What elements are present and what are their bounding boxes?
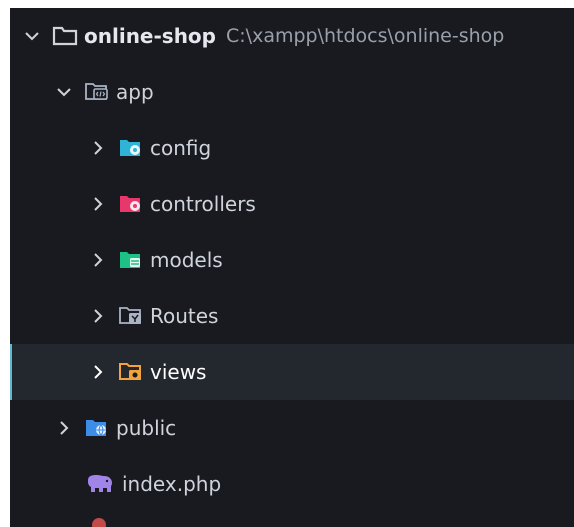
folder-public-icon <box>84 417 110 439</box>
php-elephant-icon <box>84 473 116 495</box>
tree-row-app[interactable]: app <box>10 64 574 120</box>
root-folder-path: C:\xampp\htdocs\online-shop <box>226 25 505 47</box>
folder-app-open-icon <box>84 81 110 103</box>
tree-row-routes[interactable]: Routes <box>10 288 574 344</box>
tree-item-label: views <box>150 360 207 384</box>
folder-controllers-icon <box>118 193 144 215</box>
tree-row-views[interactable]: views <box>10 344 574 400</box>
folder-views-icon <box>118 361 144 383</box>
tree-row-controllers[interactable]: controllers <box>10 176 574 232</box>
chevron-down-icon[interactable] <box>22 26 42 46</box>
file-explorer-panel: online-shop C:\xampp\htdocs\online-shop … <box>10 8 574 527</box>
folder-config-icon <box>118 137 144 159</box>
chevron-right-icon[interactable] <box>88 250 108 270</box>
tree-row-config[interactable]: config <box>10 120 574 176</box>
folder-outline-icon <box>52 25 78 47</box>
tree-item-label: app <box>116 80 154 104</box>
folder-routes-icon <box>118 305 144 327</box>
tree-row-root[interactable]: online-shop C:\xampp\htdocs\online-shop <box>10 8 574 64</box>
tree-row-index-php[interactable]: index.php <box>10 456 574 512</box>
tree-item-label: models <box>150 248 223 272</box>
chevron-right-icon[interactable] <box>88 306 108 326</box>
folder-models-icon <box>118 249 144 271</box>
tree-item-label: config <box>150 136 212 160</box>
chevron-right-icon[interactable] <box>88 138 108 158</box>
selection-indicator <box>10 344 12 400</box>
chevron-right-icon[interactable] <box>88 194 108 214</box>
chevron-down-icon[interactable] <box>54 82 74 102</box>
chevron-right-icon[interactable] <box>54 418 74 438</box>
tree-item-label: index.php <box>122 472 222 496</box>
tree-item-label: controllers <box>150 192 256 216</box>
tree-row-models[interactable]: models <box>10 232 574 288</box>
tree-item-label: public <box>116 416 177 440</box>
chevron-right-icon[interactable] <box>88 362 108 382</box>
root-folder-name: online-shop <box>84 24 216 48</box>
tree-row-public[interactable]: public <box>10 400 574 456</box>
tree-item-label: Routes <box>150 304 219 328</box>
next-item-icon-partial <box>92 518 106 527</box>
